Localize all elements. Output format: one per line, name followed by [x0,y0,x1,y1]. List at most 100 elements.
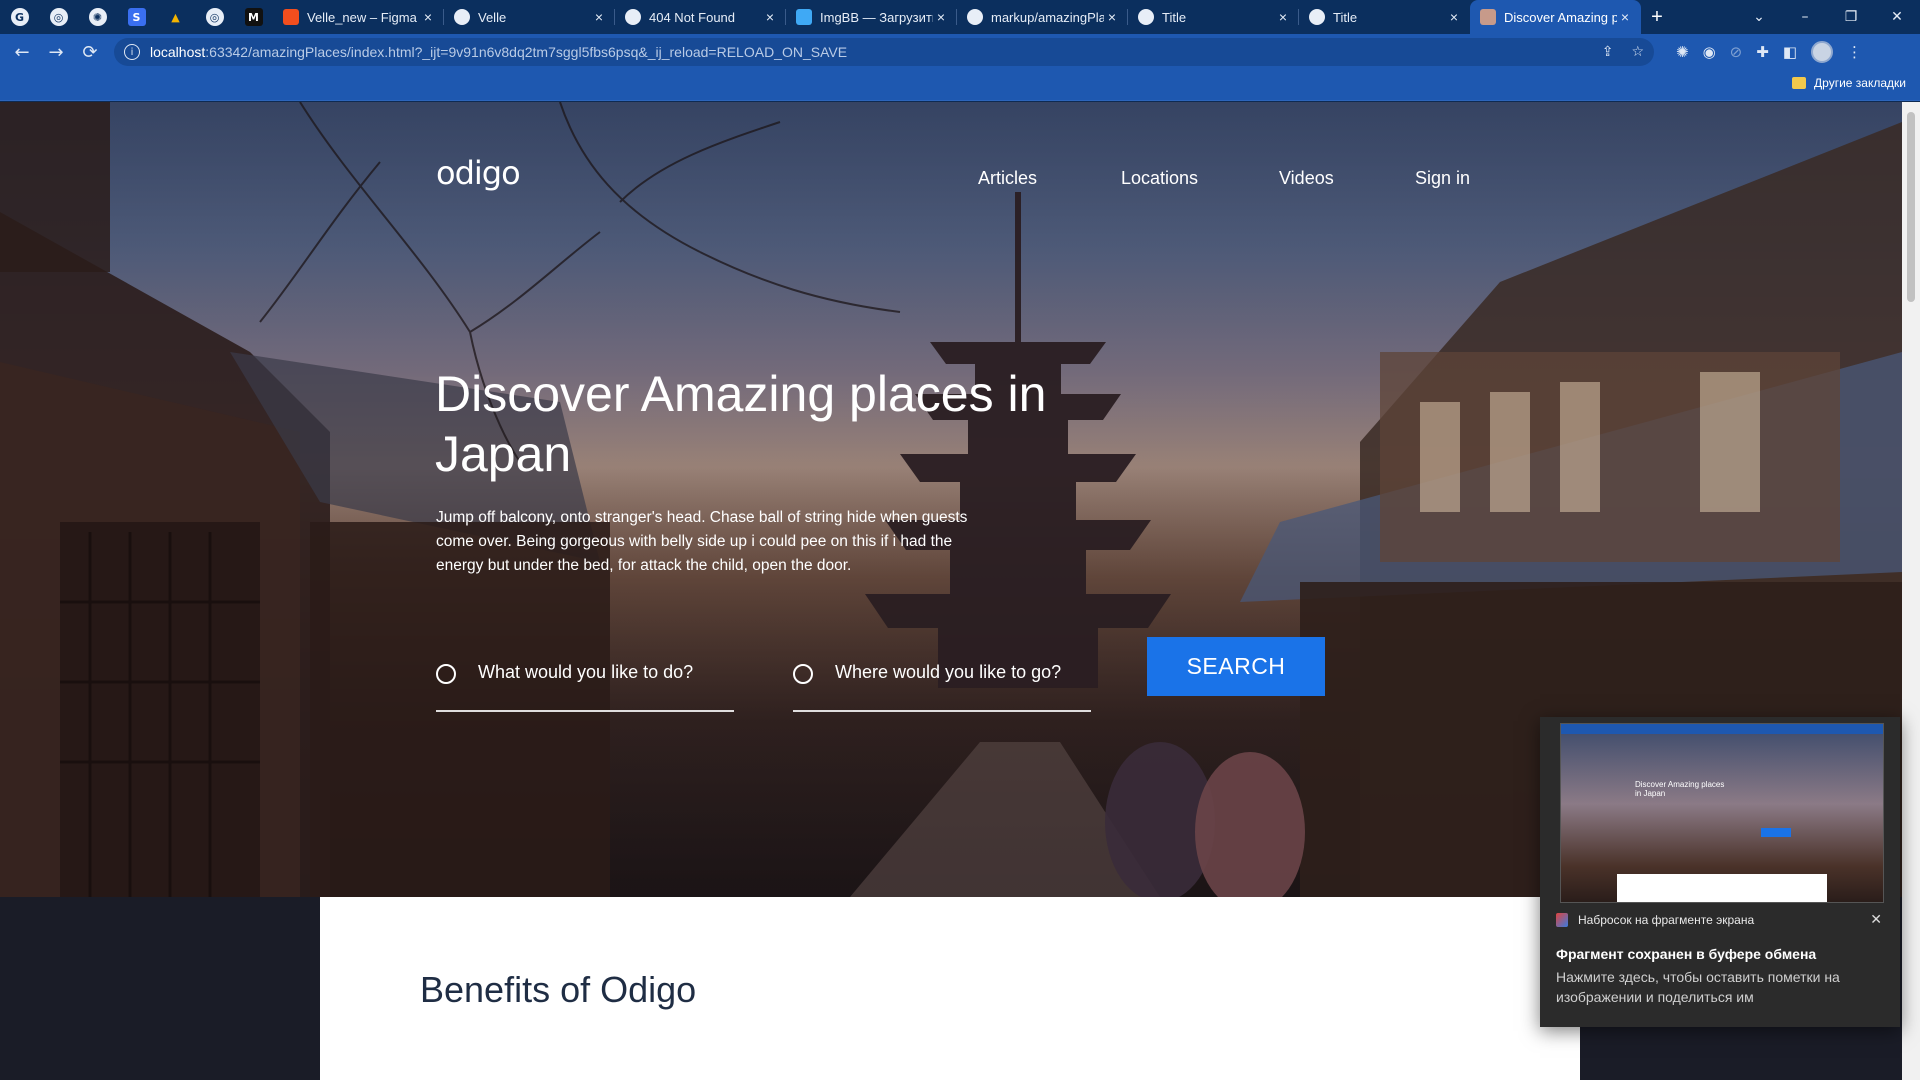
snip-notification[interactable]: Discover Amazing places in Japan Набросо… [1540,717,1900,1027]
globe-icon [1309,9,1325,25]
nav-videos[interactable]: Videos [1279,168,1334,189]
notification-header: Набросок на фрагменте экрана [1556,913,1754,927]
tab-404[interactable]: 404 Not Found × [615,0,786,34]
close-icon[interactable]: ✕ [1870,911,1882,928]
bookmark-star-icon[interactable]: ☆ [1631,44,1644,60]
google-icon: G [10,8,29,26]
close-icon[interactable]: × [1446,9,1462,25]
thumbnail-benefits-block [1617,874,1827,902]
browser-toolbar: ← → ⟳ i localhost:63342/amazingPlaces/in… [0,34,1920,70]
tab-label: 404 Not Found [649,9,736,25]
site-info-icon[interactable]: i [124,44,140,60]
hero-title: Discover Amazing places in Japan [435,366,1047,482]
tab-label: Title [1162,9,1187,25]
tab-label: Title [1333,9,1358,25]
page-scrollbar[interactable] [1902,102,1920,1080]
location-search-field[interactable]: Where would you like to go? [793,642,1091,712]
extensions-puzzle-icon[interactable]: ✚ [1756,43,1769,61]
tab-discover-amazing[interactable]: Discover Amazing p × [1470,0,1641,34]
drive-icon: ▲ [171,10,180,24]
search-button[interactable]: SEARCH [1147,637,1325,696]
radio-icon[interactable] [793,664,813,684]
tab-label: Discover Amazing p [1504,9,1617,25]
notification-app-name: Набросок на фрагменте экрана [1578,913,1755,927]
benefits-section: Benefits of Odigo [320,897,1580,1080]
site-logo[interactable]: odigo [436,154,521,192]
hero-description: Jump off balcony, onto stranger's head. … [436,509,968,574]
pinned-tab-4[interactable]: S [117,0,156,34]
pinned-tab-7[interactable]: M [234,0,273,34]
pinned-tab-6[interactable]: ◎ [195,0,234,34]
address-bar[interactable]: i localhost:63342/amazingPlaces/index.ht… [114,38,1654,66]
notification-title: Фрагмент сохранен в буфере обмена [1556,946,1817,962]
globe-icon [625,9,641,25]
forward-button[interactable]: → [40,36,72,68]
chatgpt-icon: ✺ [88,8,107,26]
tab-label: markup/amazingPla [991,9,1104,25]
activity-placeholder: What would you like to do? [478,662,694,682]
tab-github[interactable]: markup/amazingPla × [957,0,1128,34]
pinned-tab-5[interactable]: ▲ [156,0,195,34]
skillbox-icon: S [127,8,146,26]
m-icon: M [244,8,263,26]
url-host: localhost [150,44,206,60]
tab-imgbb[interactable]: ImgBB — Загрузить × [786,0,957,34]
folder-icon [1792,77,1807,89]
globe-icon: ◎ [49,8,68,26]
pinned-tab-2[interactable]: ◎ [39,0,78,34]
tab-figma[interactable]: Velle_new – Figma × [273,0,444,34]
bookmarks-bar: Другие закладки [0,70,1920,101]
close-icon[interactable]: × [591,9,607,25]
close-icon[interactable]: × [1617,9,1633,25]
thumbnail-search-button [1761,828,1791,837]
github-icon [967,9,983,25]
side-panel-icon[interactable]: ◧ [1783,43,1797,61]
reload-button[interactable]: ⟳ [74,36,106,68]
tab-label: Velle_new – Figma [307,9,417,25]
restore-button[interactable]: ❐ [1828,0,1874,34]
tab-search-button[interactable]: ⌄ [1736,0,1782,34]
share-icon[interactable]: ⇪ [1602,44,1614,60]
globe-icon: ◎ [205,8,224,26]
nav-sign-in[interactable]: Sign in [1415,168,1470,189]
pinned-tab-1[interactable]: G [0,0,39,34]
tab-strip: G ◎ ✺ S ▲ ◎ M Velle_new – Figma × Velle × … [0,0,1920,34]
close-icon[interactable]: × [933,9,949,25]
tab-title-2[interactable]: Title × [1299,0,1470,34]
other-bookmarks[interactable]: Другие закладки [1792,76,1906,90]
nav-articles[interactable]: Articles [978,168,1037,189]
back-button[interactable]: ← [6,36,38,68]
new-tab-button[interactable]: + [1641,0,1673,34]
close-window-button[interactable]: ✕ [1874,0,1920,34]
activity-search-field[interactable]: What would you like to do? [436,642,734,712]
notification-body: Нажмите здесь, чтобы оставить пометки на… [1556,969,1840,1005]
screenshot-thumbnail[interactable]: Discover Amazing places in Japan [1560,723,1884,903]
page-icon [1480,9,1496,25]
imgbb-icon [796,9,812,25]
tab-velle[interactable]: Velle × [444,0,615,34]
thumbnail-browser-bar [1561,724,1883,734]
tab-title-1[interactable]: Title × [1128,0,1299,34]
snip-sketch-icon [1556,913,1568,927]
globe-icon [1138,9,1154,25]
profile-avatar[interactable] [1811,41,1834,63]
nav-locations[interactable]: Locations [1121,168,1198,189]
extension-disabled-icon[interactable]: ⊘ [1730,43,1743,61]
close-icon[interactable]: × [420,9,436,25]
url-path: :63342/amazingPlaces/index.html?_ijt=9v9… [205,44,848,60]
minimize-button[interactable]: – [1782,0,1828,34]
other-bookmarks-label: Другие закладки [1814,76,1906,90]
radio-icon[interactable] [436,664,456,684]
pinned-tab-3[interactable]: ✺ [78,0,117,34]
figma-icon [283,9,299,25]
globe-icon [454,9,470,25]
extension-chatgpt-icon[interactable]: ✺ [1676,43,1689,61]
close-icon[interactable]: × [1275,9,1291,25]
thumbnail-hero-title: Discover Amazing places in Japan [1635,780,1725,798]
scrollbar-thumb[interactable] [1907,112,1915,302]
extension-target-icon[interactable]: ◉ [1703,43,1716,61]
close-icon[interactable]: × [762,9,778,25]
benefits-title: Benefits of Odigo [420,969,697,1010]
menu-kebab-icon[interactable]: ⋮ [1847,43,1862,61]
close-icon[interactable]: × [1104,9,1120,25]
